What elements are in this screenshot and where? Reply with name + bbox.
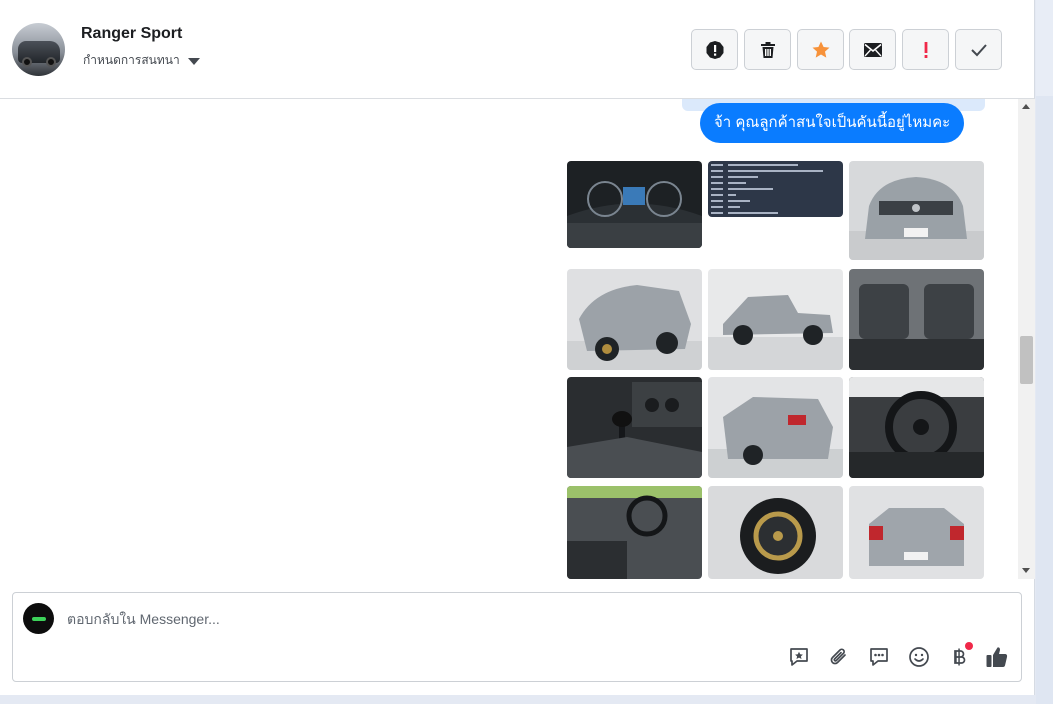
car-photo-side[interactable] xyxy=(708,269,843,370)
car-photo-gear-shift[interactable] xyxy=(567,377,702,478)
star-button[interactable] xyxy=(797,29,844,70)
thumbs-up-icon xyxy=(986,647,1008,667)
sender-avatar xyxy=(23,603,54,634)
saved-reply-button[interactable] xyxy=(787,645,811,669)
scroll-up-arrow[interactable] xyxy=(1022,104,1030,109)
car-photo-wheel[interactable] xyxy=(708,486,843,579)
car-photo-interior[interactable] xyxy=(567,486,702,579)
follow-up-button[interactable] xyxy=(902,29,949,70)
car-spec-document[interactable] xyxy=(708,161,843,217)
checkmark-icon xyxy=(970,43,987,56)
inbox-conversation-panel: Ranger Sport กำหนดการสนทนา จ้า คุณลูกค้า… xyxy=(0,0,1035,695)
notification-dot xyxy=(965,642,973,650)
car-photo-dashboard[interactable] xyxy=(567,161,702,248)
car-photo-front-angle[interactable] xyxy=(567,269,702,370)
star-icon xyxy=(812,41,829,58)
trash-icon xyxy=(760,41,775,58)
conversation-header: Ranger Sport กำหนดการสนทนา xyxy=(0,0,1035,99)
assign-label: กำหนดการสนทนา xyxy=(83,53,180,67)
mark-done-button[interactable] xyxy=(955,29,1002,70)
reply-input[interactable] xyxy=(67,607,767,631)
mark-unread-button[interactable] xyxy=(849,29,896,70)
scroll-down-arrow[interactable] xyxy=(1022,568,1030,573)
message-list[interactable]: จ้า คุณลูกค้าสนใจเป็นคันนี้อยู่ไหมคะ xyxy=(0,99,1018,579)
car-photo-steering[interactable] xyxy=(849,377,984,478)
attach-button[interactable] xyxy=(827,645,851,669)
message-scrollbar[interactable] xyxy=(1018,99,1035,579)
chat-bubble-icon xyxy=(870,648,888,666)
mark-spam-button[interactable] xyxy=(691,29,738,70)
emoji-button[interactable] xyxy=(907,645,931,669)
emoji-icon xyxy=(909,647,929,667)
attachment-icon xyxy=(830,648,846,665)
assign-conversation-dropdown[interactable]: กำหนดการสนทนา xyxy=(83,51,200,70)
car-photo-front[interactable] xyxy=(849,161,984,260)
like-button[interactable] xyxy=(985,645,1009,669)
background-strip xyxy=(1036,0,1053,704)
quick-reply-button[interactable] xyxy=(867,645,891,669)
page-name[interactable]: Ranger Sport xyxy=(81,25,182,43)
reply-composer xyxy=(12,592,1022,682)
car-photo-rear[interactable] xyxy=(849,486,984,579)
saved-reply-icon xyxy=(790,648,808,666)
delete-button[interactable] xyxy=(744,29,791,70)
caret-down-icon xyxy=(187,57,200,65)
car-photo-rear-seat[interactable] xyxy=(849,269,984,370)
page-avatar[interactable] xyxy=(12,23,65,76)
car-photo-rear-angle[interactable] xyxy=(708,377,843,478)
alert-circle-icon xyxy=(706,40,723,59)
exclamation-icon xyxy=(924,41,927,58)
scroll-thumb[interactable] xyxy=(1020,336,1033,384)
envelope-icon xyxy=(863,42,882,57)
sent-message-bubble[interactable]: จ้า คุณลูกค้าสนใจเป็นคันนี้อยู่ไหมคะ xyxy=(700,103,965,143)
